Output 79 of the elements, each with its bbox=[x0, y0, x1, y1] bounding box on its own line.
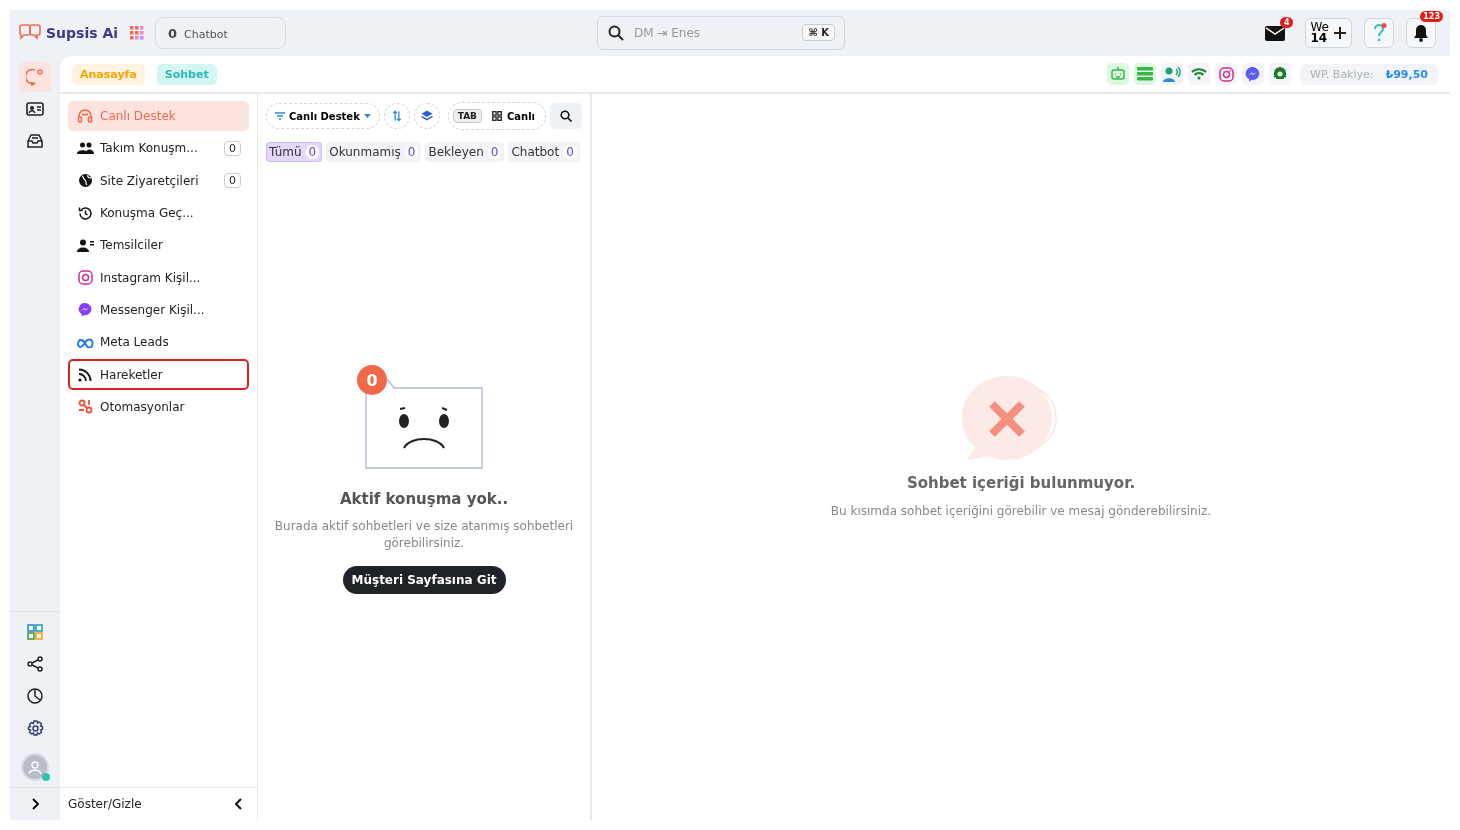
apps-icon[interactable] bbox=[27, 624, 43, 640]
sort-arrows-icon[interactable] bbox=[383, 103, 410, 129]
search-icon bbox=[608, 25, 624, 41]
empty-state-text: Burada aktif sohbetleri ve size atanmış sohbetleri görebilirsiniz. bbox=[274, 518, 574, 552]
nodes-icon bbox=[77, 399, 93, 415]
balance-label: WP. Bakiye: bbox=[1310, 67, 1374, 81]
layers-icon[interactable] bbox=[413, 103, 440, 129]
chatbot-counter-button[interactable]: 0 Chatbot bbox=[155, 17, 286, 49]
settings-icon[interactable] bbox=[26, 720, 44, 737]
headset-icon bbox=[77, 108, 93, 125]
person-list-icon bbox=[76, 238, 94, 252]
tab-key[interactable]: TAB bbox=[452, 109, 482, 123]
sidebar-item[interactable]: Hareketler bbox=[68, 359, 249, 390]
list-icon bbox=[1137, 67, 1154, 81]
sidebar-item[interactable]: Otomasyonlar bbox=[68, 391, 249, 422]
channel-button[interactable] bbox=[1242, 63, 1265, 85]
apps-grid-icon[interactable] bbox=[130, 26, 145, 40]
sidebar-item[interactable]: Messenger Kişil... bbox=[68, 294, 249, 326]
sidebar-item[interactable]: Meta Leads bbox=[68, 327, 249, 358]
infinity-icon bbox=[76, 336, 94, 348]
mail-count-badge: 4 bbox=[1279, 16, 1294, 28]
count-badge: 0 bbox=[357, 365, 387, 395]
view-toggle[interactable]: Canlı bbox=[485, 109, 542, 123]
share-icon[interactable] bbox=[27, 656, 43, 672]
channel-button[interactable] bbox=[1215, 63, 1238, 85]
chat-bubbles-logo-icon bbox=[18, 24, 42, 42]
pie-chart-icon[interactable] bbox=[27, 688, 43, 704]
filter-tab[interactable]: Bekleyen 0 bbox=[425, 142, 505, 162]
robot-icon bbox=[1110, 66, 1127, 82]
customer-page-button[interactable]: Müşteri Sayfasına Git bbox=[342, 566, 506, 594]
camera-icon bbox=[1218, 66, 1234, 82]
sidebar-item[interactable]: Site Ziyaretçileri 0 bbox=[68, 165, 249, 196]
expand-chevron-icon[interactable] bbox=[31, 798, 39, 810]
filter-tab[interactable]: Okunmamış 0 bbox=[326, 142, 422, 162]
wifi-icon bbox=[1191, 68, 1208, 80]
chat-bubble-icon bbox=[1245, 66, 1262, 82]
filter-tab[interactable]: Tümü 0 bbox=[266, 142, 323, 162]
chat-icon bbox=[26, 68, 44, 86]
globe-icon bbox=[77, 173, 93, 189]
search-icon bbox=[560, 110, 572, 122]
channel-button[interactable] bbox=[1134, 63, 1157, 85]
caret-icon bbox=[363, 114, 371, 118]
balance-value: ₺99,50 bbox=[1385, 67, 1428, 81]
empty-chat-title: Sohbet içeriği bulunmuyor. bbox=[906, 474, 1136, 492]
sidebar-item[interactable]: Konuşma Geç... bbox=[68, 197, 249, 229]
search-button[interactable] bbox=[550, 103, 582, 129]
contact-card-icon bbox=[26, 101, 44, 117]
person-speaking-icon bbox=[1163, 66, 1182, 82]
mail-icon[interactable] bbox=[1265, 25, 1286, 41]
grid-icon bbox=[491, 111, 502, 121]
plus-icon bbox=[1333, 26, 1347, 40]
camera-icon bbox=[77, 270, 93, 286]
channel-button[interactable] bbox=[1161, 63, 1184, 85]
rss-icon bbox=[78, 367, 92, 382]
person-icon bbox=[28, 760, 42, 774]
show-hide-label[interactable]: Göster/Gizle bbox=[68, 797, 142, 811]
collapse-chevron-icon[interactable] bbox=[235, 798, 243, 810]
brand-name: Supsis Ai bbox=[46, 25, 119, 41]
filter-icon bbox=[275, 112, 285, 120]
channel-button[interactable] bbox=[1188, 63, 1211, 85]
figure-icon bbox=[1272, 66, 1289, 82]
sidebar-item[interactable]: Temsilciler bbox=[68, 230, 249, 261]
notification-count-badge: 123 bbox=[1420, 11, 1443, 22]
empty-state-title: Aktif konuşma yok.. bbox=[339, 490, 509, 508]
filter-dropdown[interactable]: Canlı Destek bbox=[266, 103, 380, 129]
filter-tab[interactable]: Chatbot 0 bbox=[508, 142, 580, 162]
help-icon bbox=[1371, 23, 1387, 43]
sidebar-item[interactable]: Instagram Kişil... bbox=[68, 262, 249, 293]
help-button[interactable] bbox=[1364, 18, 1394, 48]
channel-button[interactable] bbox=[1269, 63, 1292, 85]
workspace-button[interactable]: We 14 bbox=[1305, 18, 1352, 48]
inbox-icon bbox=[26, 132, 44, 150]
sidebar-item[interactable]: Takım Konuşm... 0 bbox=[68, 133, 249, 164]
notification-bell-icon[interactable] bbox=[1413, 24, 1429, 42]
chat-bubble-icon bbox=[77, 302, 93, 318]
shortcut-key: ⌘ K bbox=[802, 24, 835, 41]
empty-chat-text: Bu kısımda sohbet içeriğini görebilir ve mesaj gönderebilirsiniz. bbox=[830, 504, 1212, 518]
people-icon bbox=[76, 142, 94, 155]
history-icon bbox=[77, 205, 93, 221]
